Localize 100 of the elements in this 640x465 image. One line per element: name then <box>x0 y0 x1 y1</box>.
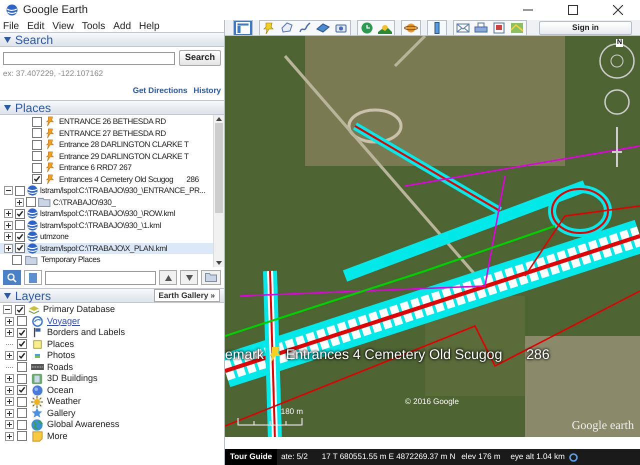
checkbox[interactable] <box>17 362 27 372</box>
checkbox[interactable] <box>26 197 36 208</box>
camera-icon <box>334 22 348 34</box>
checkbox[interactable] <box>15 220 25 230</box>
expand-icon[interactable] <box>4 244 13 253</box>
move-up-button[interactable] <box>159 270 177 285</box>
expand-icon[interactable] <box>5 397 14 406</box>
layer-label[interactable]: More <box>47 430 68 442</box>
checkbox[interactable] <box>17 328 27 338</box>
link[interactable]: History <box>193 85 221 97</box>
place-label[interactable]: Temporary Places <box>41 254 100 266</box>
search-button[interactable] <box>3 270 21 285</box>
collapse-icon[interactable] <box>4 186 13 196</box>
expand-icon[interactable] <box>5 432 14 441</box>
menu-item[interactable]: Tools <box>82 18 106 34</box>
earth-gallery-button[interactable]: Earth Gallery » <box>154 289 220 302</box>
checkbox[interactable] <box>17 385 27 396</box>
expand-icon[interactable] <box>5 408 14 418</box>
scrollbar[interactable] <box>213 115 224 267</box>
checkbox[interactable] <box>17 350 27 361</box>
place-label[interactable]: ENTRANCE 26 BETHESDA RD <box>59 116 166 128</box>
checkbox[interactable] <box>15 186 25 196</box>
layer-link[interactable]: Voyager <box>47 316 80 327</box>
place-label[interactable]: Entrances 4 Cemetery Old Scugog <box>59 174 174 185</box>
checkbox[interactable] <box>32 162 42 173</box>
place-label[interactable]: Entrance 6 RRD7 267 <box>59 162 132 174</box>
menu-item[interactable]: View <box>52 18 74 34</box>
search-button[interactable]: Search <box>178 50 221 66</box>
checkbox[interactable] <box>15 304 25 315</box>
layer-label[interactable]: Weather <box>47 396 81 408</box>
place-label[interactable]: Entrance 28 DARLINGTON CLARKE T <box>59 139 189 150</box>
place-row[interactable]: utmzone <box>0 231 213 242</box>
checkbox[interactable] <box>17 316 27 326</box>
expand-icon[interactable] <box>4 209 13 218</box>
expand-icon[interactable] <box>4 220 13 230</box>
expand-icon[interactable] <box>5 374 14 384</box>
place-label[interactable]: Entrance 29 DARLINGTON CLARKE T <box>59 150 189 162</box>
menu-item[interactable]: File <box>3 18 20 34</box>
checkbox[interactable] <box>32 174 42 184</box>
move-down-button[interactable] <box>180 270 198 285</box>
expand-icon[interactable] <box>15 198 24 207</box>
collapse-triangle-icon[interactable] <box>4 36 11 42</box>
collapse-triangle-icon[interactable] <box>4 292 11 298</box>
checkbox[interactable] <box>17 408 27 418</box>
expand-icon[interactable] <box>5 420 14 430</box>
checkbox[interactable] <box>32 151 42 162</box>
place-row[interactable]: lstram/lspol:C:\TRABAJO\930_\ENTRANCE_PR... <box>0 185 213 196</box>
menu-item[interactable]: Help <box>139 18 160 34</box>
layer-label[interactable]: Photos <box>47 350 76 362</box>
checkbox[interactable] <box>17 431 27 442</box>
scroll-up-icon[interactable] <box>216 117 222 121</box>
checkbox[interactable] <box>15 243 25 254</box>
panel-toggle-button[interactable] <box>24 270 42 285</box>
sign-in-button[interactable]: Sign in <box>539 20 632 34</box>
layers-icon <box>28 304 40 315</box>
expand-icon[interactable] <box>5 386 14 395</box>
layer-label[interactable]: 3D Buildings <box>47 373 98 384</box>
tour-guide-button[interactable]: Tour Guide <box>225 449 278 465</box>
satellite-map-drawing[interactable] <box>225 36 640 437</box>
place-row[interactable]: lstram/lspol:C:\TRABAJO\930_\1.kml <box>0 220 213 231</box>
place-row[interactable]: lstram/lspol:C:\TRABAJO\930_\ROW.kml <box>0 208 213 220</box>
layer-label[interactable]: Gallery <box>47 408 76 419</box>
layer-label[interactable]: Roads <box>47 362 74 373</box>
link[interactable]: Get Directions <box>132 85 188 97</box>
expand-icon[interactable] <box>5 316 14 326</box>
checkbox[interactable] <box>32 140 42 150</box>
place-row[interactable]: lstram/lspol:C:\TRABAJO\X_PLAN.kml <box>0 242 213 254</box>
panel-header[interactable]: Search <box>0 32 224 47</box>
place-label[interactable]: ENTRANCE 27 BETHESDA RD <box>59 128 166 139</box>
search-field[interactable] <box>3 52 175 64</box>
layer-label[interactable]: Ocean <box>47 384 74 396</box>
email-button[interactable] <box>454 20 472 34</box>
checkbox[interactable] <box>12 254 22 265</box>
checkbox[interactable] <box>17 396 27 407</box>
expand-icon[interactable] <box>5 351 14 360</box>
layer-label[interactable]: Places <box>47 338 74 350</box>
filter-field[interactable] <box>45 270 156 284</box>
print-button[interactable] <box>472 20 490 34</box>
checkbox[interactable] <box>15 208 25 219</box>
layer-label[interactable]: Primary Database <box>43 304 116 316</box>
panel-header[interactable]: Layers Earth Gallery » <box>0 288 224 303</box>
checkbox[interactable] <box>32 116 42 127</box>
panel-header[interactable]: Places <box>0 100 224 115</box>
collapse-icon[interactable] <box>3 305 12 314</box>
scroll-down-icon[interactable] <box>216 261 222 265</box>
menu-item[interactable]: Add <box>113 18 132 34</box>
menu-item[interactable]: Edit <box>27 18 44 34</box>
checkbox[interactable] <box>17 339 27 350</box>
folder-button[interactable] <box>201 270 221 285</box>
image-overlay-button[interactable] <box>314 20 332 34</box>
layer-label[interactable]: Global Awareness <box>47 419 120 430</box>
checkbox[interactable] <box>32 128 42 138</box>
expand-icon[interactable] <box>4 232 13 242</box>
place-row[interactable]: C:\TRABAJO\930_ <box>0 196 213 208</box>
checkbox[interactable] <box>17 374 27 384</box>
expand-icon[interactable] <box>5 328 14 338</box>
collapse-triangle-icon[interactable] <box>4 104 11 110</box>
checkbox[interactable] <box>15 232 25 242</box>
layer-label[interactable]: Borders and Labels <box>47 327 126 338</box>
checkbox[interactable] <box>17 420 27 430</box>
